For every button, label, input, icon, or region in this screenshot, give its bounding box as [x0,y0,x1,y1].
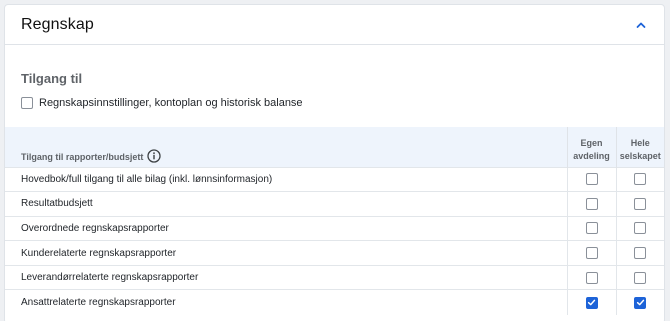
section-title: Tilgang til [21,71,83,86]
checkmark-icon [587,299,596,306]
own-department-checkbox[interactable] [585,296,598,309]
reports-header: Tilgang til rapporter/budsjett [5,127,567,167]
own-department-checkbox[interactable] [585,197,598,210]
reports-header-label: Tilgang til rapporter/budsjett [21,151,144,162]
settings-access-checkbox[interactable] [21,97,33,109]
whole-company-checkbox[interactable] [634,197,647,210]
collapse-button[interactable] [629,13,653,37]
table-row: Resultatbudsjett [5,191,664,217]
info-icon[interactable] [147,148,161,163]
whole-company-checkbox[interactable] [634,247,647,260]
reports-access-table: Tilgang til rapporter/budsjett Egen avde… [5,127,664,315]
table-header-row: Tilgang til rapporter/budsjett Egen avde… [5,127,664,167]
own-department-cell [566,191,616,217]
own-department-checkbox[interactable] [585,173,598,186]
table-row: Leverandørrelaterte regnskapsrapporter [5,265,664,290]
own-department-cell [566,167,616,192]
whole-company-cell [615,216,664,241]
whole-company-cell [615,191,664,217]
table-row: Overordnede regnskapsrapporter [5,216,664,241]
whole-company-checkbox[interactable] [634,222,647,235]
row-label: Overordnede regnskapsrapporter [21,222,169,234]
own-department-cell [566,289,616,315]
whole-company-cell [615,265,664,290]
own-department-checkbox[interactable] [585,247,598,260]
row-label: Resultatbudsjett [21,198,93,210]
own-department-cell [566,216,616,241]
own-department-cell [566,240,616,266]
panel-title: Regnskap [21,15,94,33]
table-row: Ansattrelaterte regnskapsrapporter [5,289,664,315]
whole-company-cell [615,167,664,192]
whole-company-checkbox[interactable] [634,271,647,284]
table-row: Kunderelaterte regnskapsrapporter [5,240,664,266]
whole-company-checkbox[interactable] [634,173,647,186]
table-row: Hovedbok/full tilgang til alle bilag (in… [5,167,664,192]
row-label: Hovedbok/full tilgang til alle bilag (in… [21,173,273,185]
whole-company-cell [615,240,664,266]
own-department-checkbox[interactable] [585,271,598,284]
whole-company-checkbox[interactable] [634,296,647,309]
row-label: Leverandørrelaterte regnskapsrapporter [21,272,199,284]
row-label: Kunderelaterte regnskapsrapporter [21,247,177,259]
access-section: Tilgang til Regnskapsinnstillinger, kont… [5,45,664,127]
whole-company-cell [615,289,664,315]
settings-access-row[interactable]: Regnskapsinnstillinger, kontoplan og his… [21,97,648,109]
settings-access-label: Regnskapsinnstillinger, kontoplan og his… [39,97,303,109]
chevron-up-icon [636,22,646,28]
whole-company-header: Hele selskapet [615,127,664,167]
accounting-panel: Regnskap Tilgang til Regnskapsinnstillin… [4,4,665,321]
own-department-checkbox[interactable] [585,222,598,235]
row-label: Ansattrelaterte regnskapsrapporter [21,297,176,309]
own-department-cell [566,265,616,290]
own-department-header: Egen avdeling [566,127,616,167]
panel-header[interactable]: Regnskap [5,5,664,45]
checkmark-icon [636,299,644,306]
